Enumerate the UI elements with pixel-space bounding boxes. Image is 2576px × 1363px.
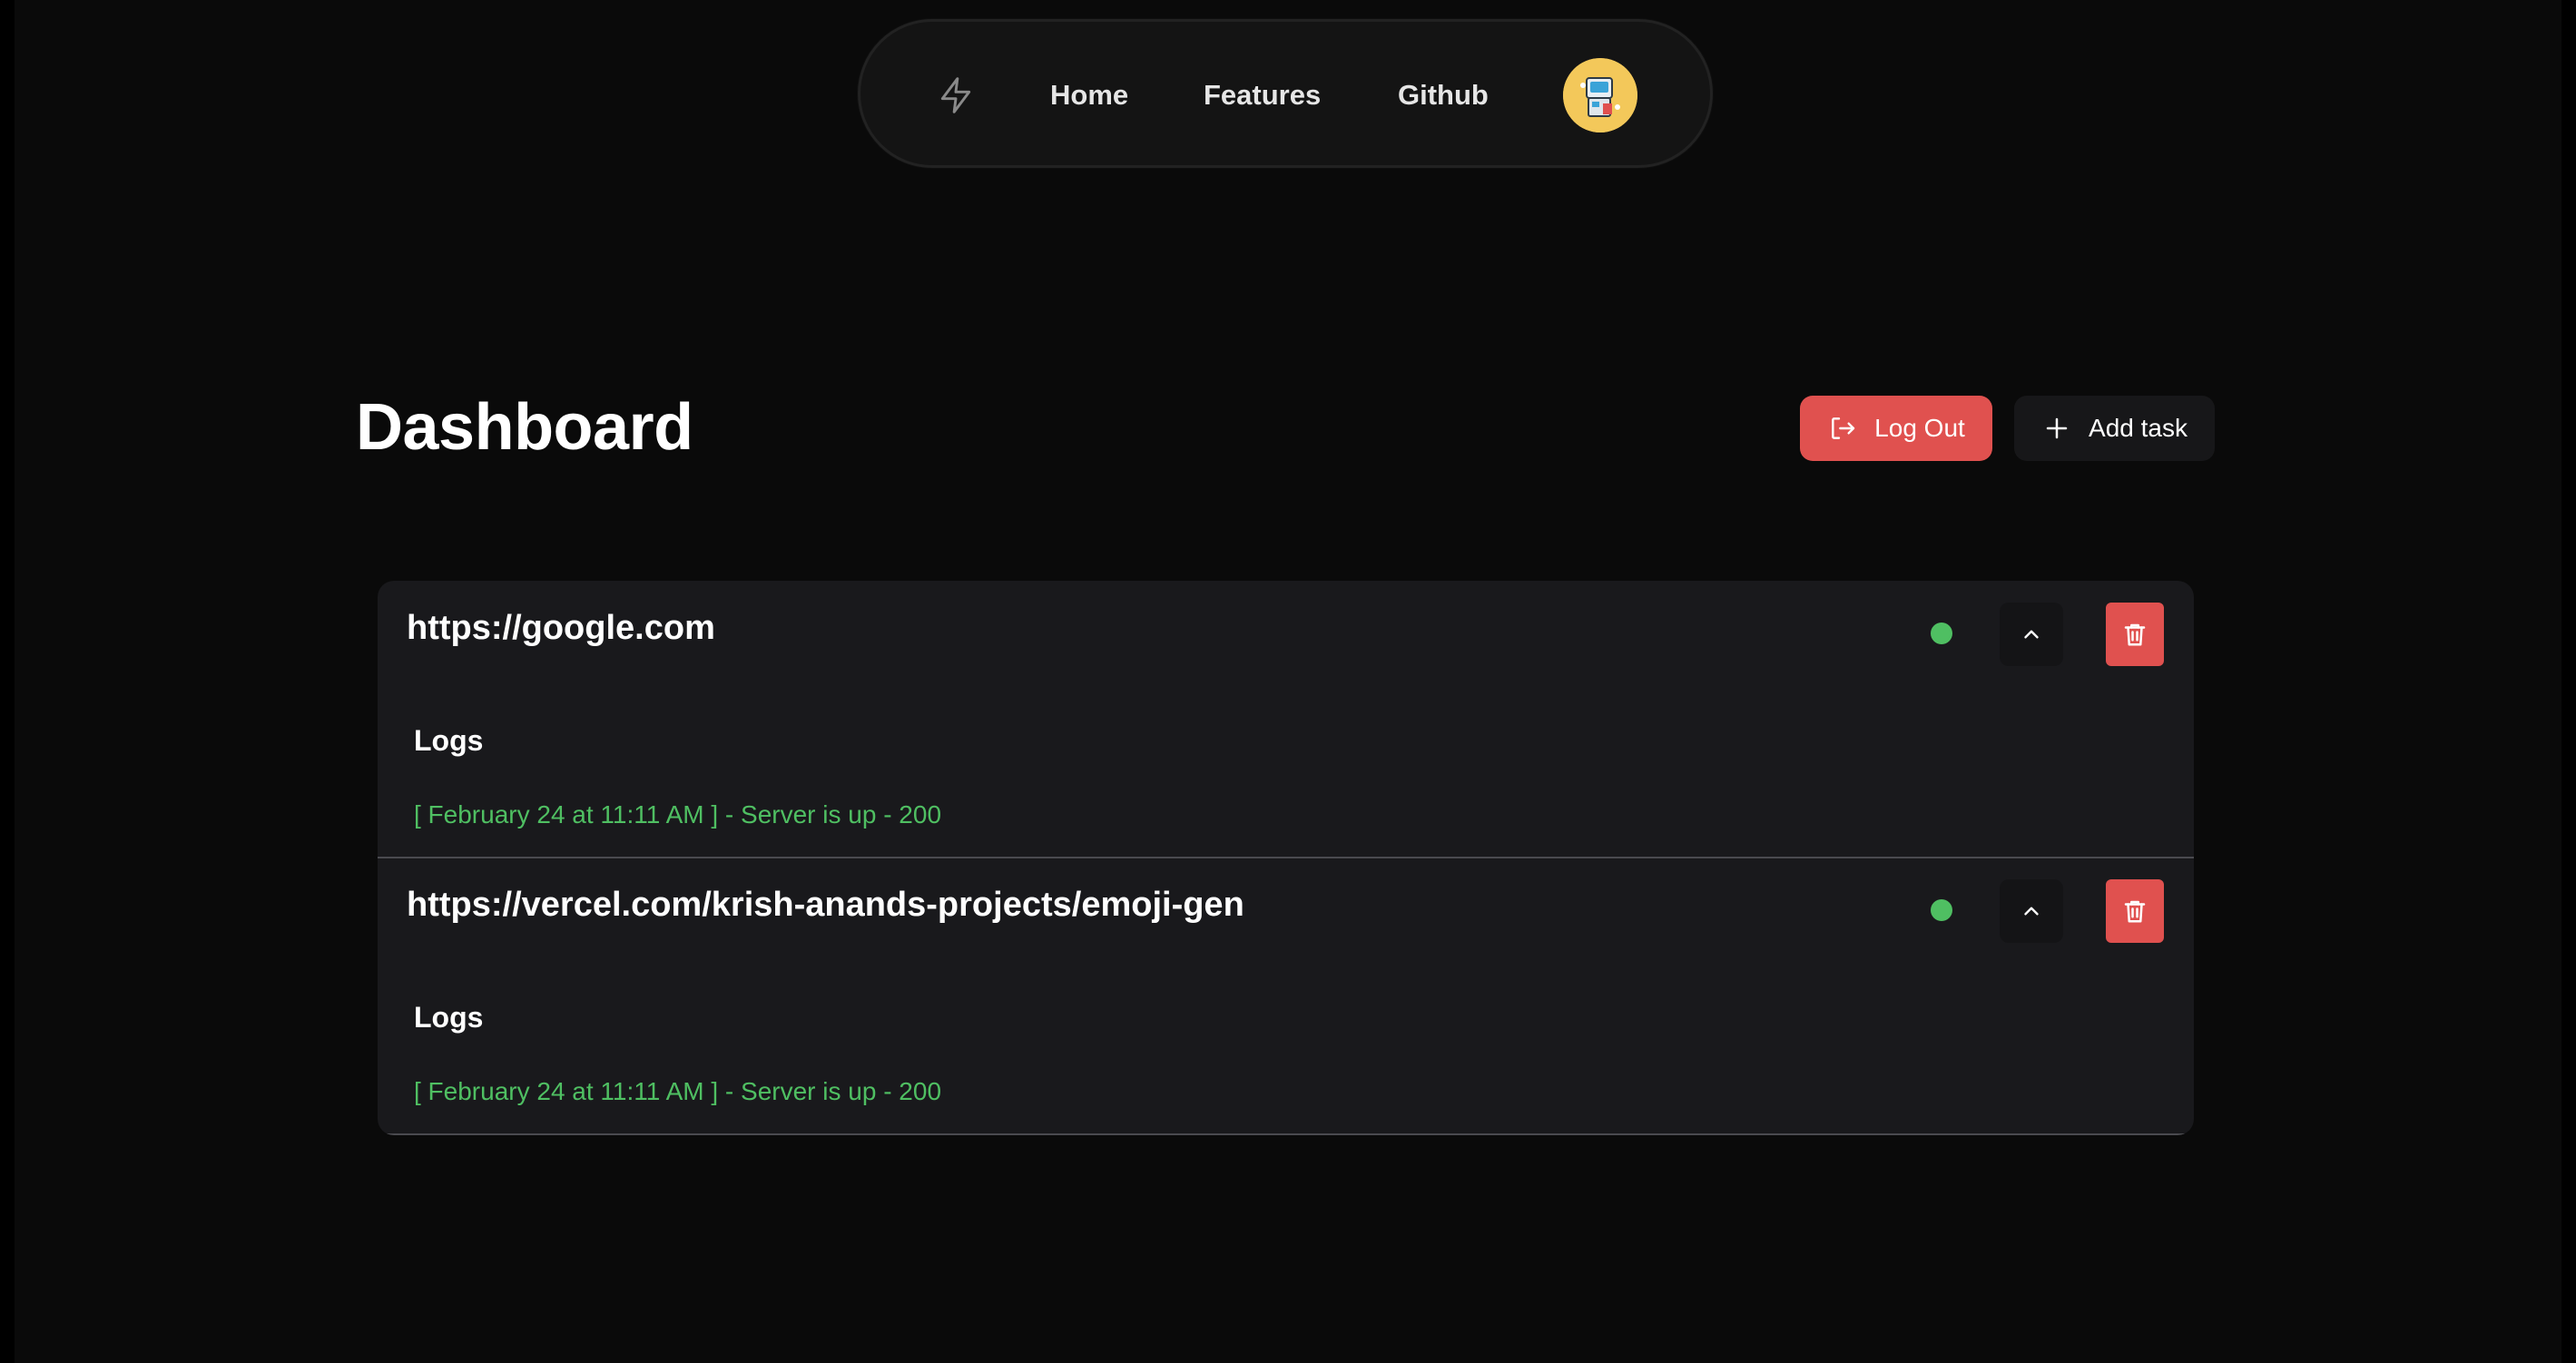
task-url: https://google.com <box>407 609 715 647</box>
collapse-button[interactable] <box>2000 879 2063 943</box>
logout-label: Log Out <box>1874 414 1965 442</box>
nav-link-github[interactable]: Github <box>1398 73 1489 118</box>
page-title: Dashboard <box>356 391 693 464</box>
chevron-up-icon <box>2024 630 2039 639</box>
plus-icon <box>2041 413 2072 444</box>
bolt-icon[interactable] <box>933 73 978 118</box>
task-card: https://google.com Logs [ February 24 at… <box>378 581 2194 858</box>
right-edge <box>2561 0 2576 1363</box>
logout-icon <box>1827 413 1858 444</box>
nav-link-home[interactable]: Home <box>1050 73 1128 118</box>
status-indicator <box>1931 899 1952 921</box>
left-edge <box>0 0 15 1363</box>
chevron-up-icon <box>2024 907 2039 916</box>
user-avatar[interactable] <box>1563 58 1637 132</box>
delete-button[interactable] <box>2106 603 2164 666</box>
task-url: https://vercel.com/krish-anands-projects… <box>407 886 1244 924</box>
add-task-button[interactable]: Add task <box>2014 396 2215 461</box>
nav-link-features[interactable]: Features <box>1204 73 1321 118</box>
logs-heading: Logs <box>414 724 484 757</box>
task-card: https://vercel.com/krish-anands-projects… <box>378 858 2194 1135</box>
status-indicator <box>1931 623 1952 644</box>
trash-icon <box>2124 900 2146 923</box>
log-entry: [ February 24 at 11:11 AM ] - Server is … <box>414 1077 942 1105</box>
task-list: https://google.com Logs [ February 24 at… <box>378 581 2194 1135</box>
logout-button[interactable]: Log Out <box>1800 396 1992 461</box>
trash-icon <box>2124 623 2146 646</box>
add-task-label: Add task <box>2089 414 2188 442</box>
delete-button[interactable] <box>2106 879 2164 943</box>
logs-heading: Logs <box>414 1001 484 1034</box>
log-entry: [ February 24 at 11:11 AM ] - Server is … <box>414 800 942 829</box>
collapse-button[interactable] <box>2000 603 2063 666</box>
